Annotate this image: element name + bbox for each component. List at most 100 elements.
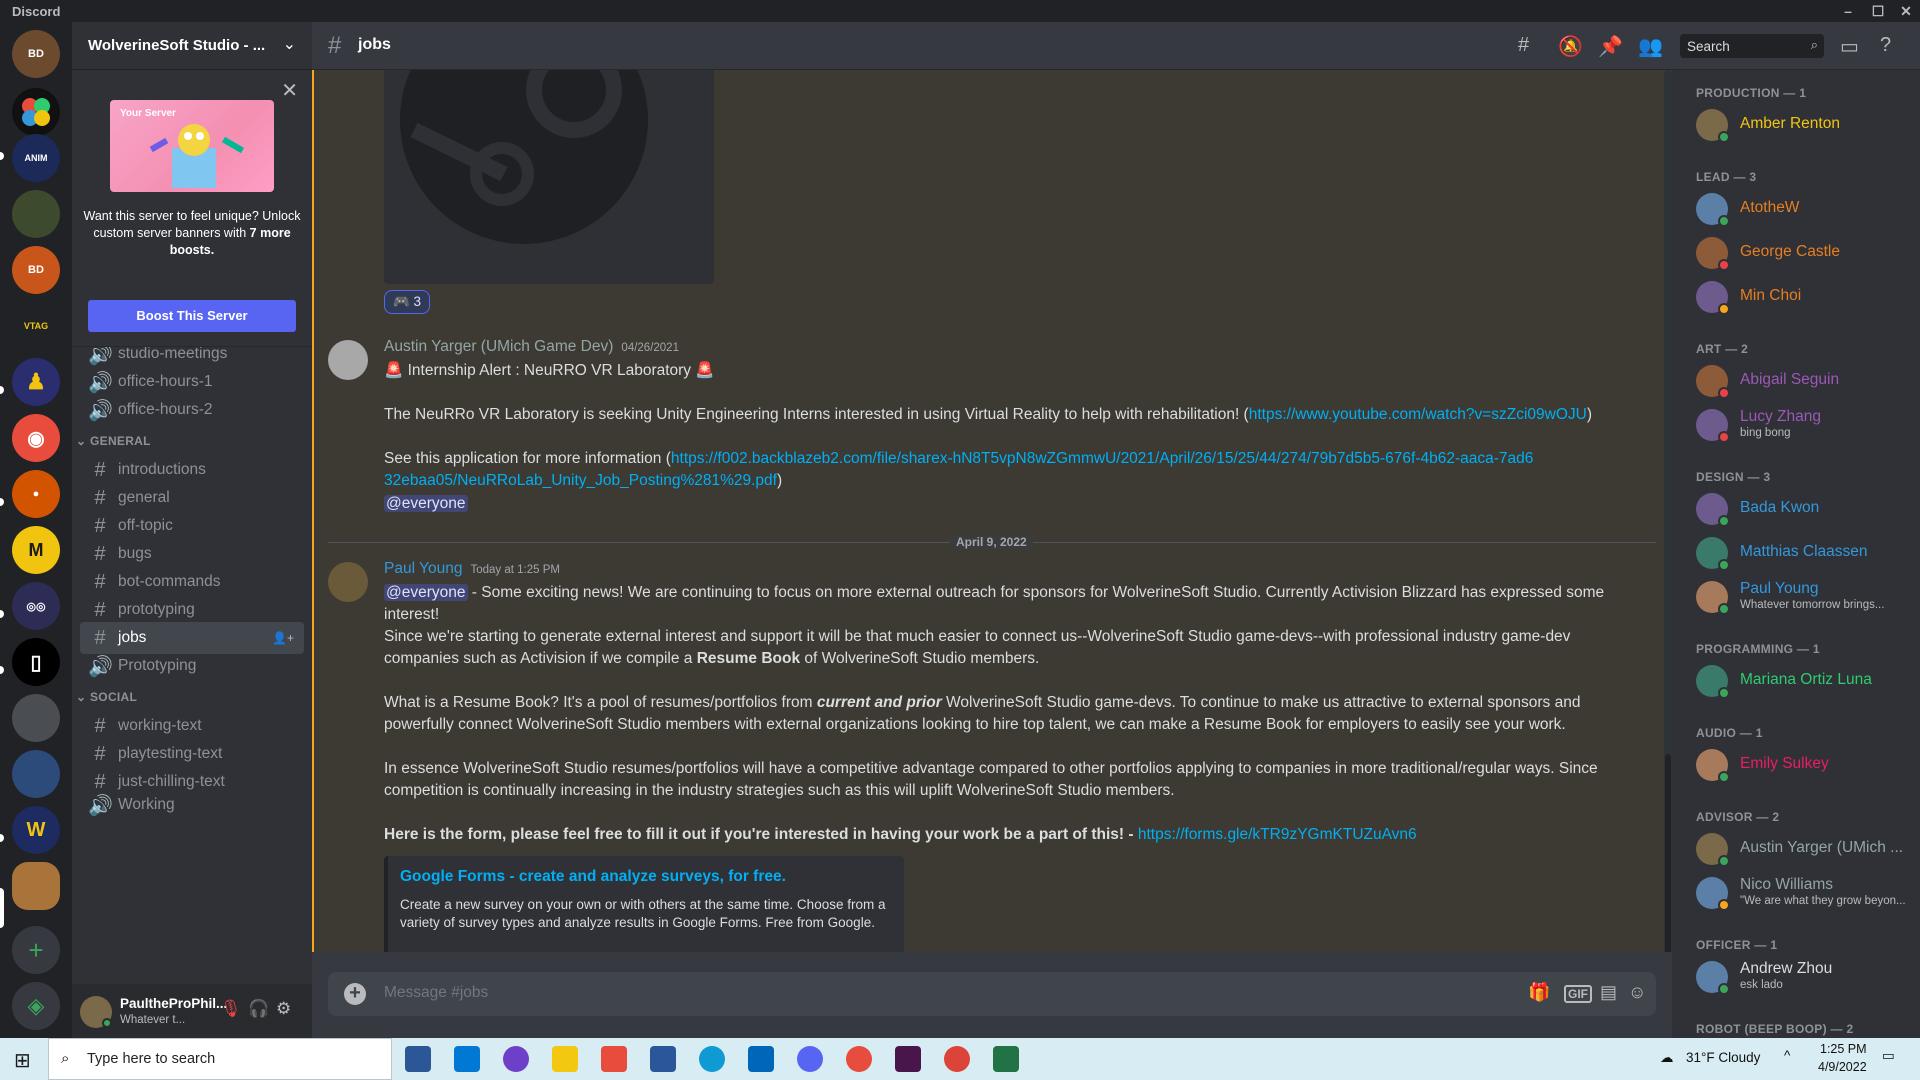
everyone-mention[interactable]: @everyone [384, 584, 468, 601]
server-icon[interactable]: ANIM [12, 134, 60, 182]
steam-image-embed[interactable] [384, 70, 714, 284]
headphones-icon[interactable]: 🎧 [248, 999, 269, 1019]
close-window-icon[interactable]: ✕ [1888, 0, 1920, 22]
store-app-icon[interactable] [405, 1046, 431, 1072]
search-input[interactable]: Search ⌕ [1680, 34, 1824, 58]
member-item[interactable]: Austin Yarger (UMich ... [1696, 828, 1920, 870]
member-item[interactable]: Lucy Zhang bing bong [1696, 404, 1920, 446]
pinned-messages-icon[interactable]: 📌 [1598, 34, 1623, 59]
vscode-app-icon[interactable] [748, 1046, 774, 1072]
invite-member-icon[interactable]: 👤+ [272, 631, 294, 645]
message-author[interactable]: Paul Young Today at 1:25 PM [384, 560, 560, 578]
app-icon[interactable] [846, 1046, 872, 1072]
windows-start-icon[interactable]: ⊞ [14, 1048, 31, 1073]
server-icon[interactable]: ▯ [12, 638, 60, 686]
threads-icon[interactable]: # [1518, 34, 1529, 57]
channel-office-hours-2[interactable]: 🔊 office-hours-2 [80, 394, 304, 426]
boost-server-button[interactable]: Boost This Server [88, 300, 296, 332]
mute-microphone-icon[interactable]: 🎙 [220, 999, 242, 1019]
member-list-icon[interactable]: 👥 [1638, 34, 1663, 59]
weather-cloud-icon[interactable]: ☁ [1660, 1050, 1674, 1066]
member-item[interactable]: Bada Kwon [1696, 488, 1920, 530]
category-label: GENERAL [90, 434, 151, 448]
member-item[interactable]: Paul Young Whatever tomorrow brings... [1696, 576, 1920, 618]
message-input[interactable]: + Message #jobs 🎁 GIF ▤ ☺ [328, 972, 1656, 1016]
mail-app-icon[interactable] [454, 1046, 480, 1072]
slack-app-icon[interactable] [895, 1046, 921, 1072]
edge-browser-icon[interactable] [699, 1046, 725, 1072]
clock-date[interactable]: 4/9/2022 [1818, 1060, 1867, 1074]
notification-center-icon[interactable]: ▭ [1882, 1048, 1895, 1064]
server-icon[interactable]: ◉ [12, 414, 60, 462]
message-text: See this application for more informatio… [384, 450, 671, 467]
github-app-icon[interactable] [503, 1046, 529, 1072]
member-item[interactable]: Mariana Ortiz Luna [1696, 660, 1920, 702]
avatar[interactable] [328, 562, 368, 602]
inbox-icon[interactable]: ▭ [1840, 34, 1859, 59]
gif-icon[interactable]: GIF [1564, 985, 1592, 1003]
chat-scroll-thumb[interactable] [1665, 754, 1671, 964]
server-icon[interactable] [12, 190, 60, 238]
category-social[interactable]: ⌄ SOCIAL [76, 690, 137, 704]
discord-app-icon[interactable] [797, 1046, 823, 1072]
message-composer: + Message #jobs 🎁 GIF ▤ ☺ [312, 952, 1672, 1038]
chrome-browser-icon[interactable] [944, 1046, 970, 1072]
message-author[interactable]: Austin Yarger (UMich Game Dev) 04/26/2021 [384, 338, 679, 356]
sticker-icon[interactable]: ▤ [1600, 982, 1617, 1003]
add-server-icon[interactable]: + [12, 926, 60, 974]
member-item[interactable]: AtotheW [1696, 188, 1920, 230]
server-icon[interactable]: BD [12, 246, 60, 294]
upload-plus-icon[interactable]: + [344, 983, 366, 1005]
google-forms-link[interactable]: https://forms.gle/kTR9zYGmKTUZuAvn6 [1138, 826, 1417, 843]
voice-channel-icon: 🔊 [88, 371, 113, 394]
message-text: In essence WolverineSoft Studio resumes/… [384, 760, 1598, 799]
taskbar-search-input[interactable]: ⌕ Type here to search [48, 1038, 392, 1080]
server-icon[interactable]: M [12, 526, 60, 574]
server-icon[interactable]: ♟ [12, 358, 60, 406]
settings-gear-icon[interactable]: ⚙ [276, 999, 291, 1019]
office-app-icon[interactable] [601, 1046, 627, 1072]
server-icon[interactable]: ◎◎ [12, 582, 60, 630]
youtube-link[interactable]: https://www.youtube.com/watch?v=szZci09w… [1249, 406, 1587, 423]
server-icon[interactable]: VTAG [12, 302, 60, 350]
taskbar-search-placeholder: Type here to search [87, 1051, 216, 1067]
close-icon[interactable]: ✕ [281, 78, 298, 103]
member-item[interactable]: Emily Sulkey [1696, 744, 1920, 786]
member-item[interactable]: Nico Williams "We are what they grow beyo… [1696, 872, 1920, 914]
status-indicator-icon [1718, 855, 1730, 867]
word-app-icon[interactable] [650, 1046, 676, 1072]
channel-working[interactable]: 🔊 Working [80, 794, 304, 817]
embed-title[interactable]: Google Forms - create and analyze survey… [400, 868, 786, 886]
server-icon[interactable]: W [12, 806, 60, 854]
server-icon[interactable] [12, 694, 60, 742]
explore-servers-icon[interactable]: ◈ [12, 982, 60, 1030]
member-item[interactable]: Matthias Claassen [1696, 532, 1920, 574]
server-icon[interactable]: BD [12, 30, 60, 78]
message-content: Here is the form, please feel free to fi… [384, 824, 1644, 846]
server-header[interactable]: WolverineSoft Studio - ... ⌄ [72, 22, 312, 70]
clock-time[interactable]: 1:25 PM [1820, 1042, 1867, 1056]
server-icon[interactable] [12, 750, 60, 798]
channel-prototyping-voice[interactable]: 🔊 Prototyping [80, 650, 304, 682]
emoji-icon[interactable]: ☺ [1628, 982, 1646, 1003]
everyone-mention[interactable]: @everyone [384, 495, 468, 512]
category-general[interactable]: ⌄ GENERAL [76, 434, 151, 448]
member-item[interactable]: Abigail Seguin [1696, 360, 1920, 402]
member-item[interactable]: Andrew Zhou esk lado [1696, 956, 1920, 998]
server-icon[interactable] [12, 88, 60, 136]
member-item[interactable]: Min Choi [1696, 276, 1920, 318]
notification-bell-muted-icon[interactable]: 🔕 [1558, 34, 1583, 59]
member-item[interactable]: Amber Renton [1696, 104, 1920, 146]
help-icon[interactable]: ? [1880, 34, 1891, 57]
excel-app-icon[interactable] [993, 1046, 1019, 1072]
reaction-button[interactable]: 🎮 3 [384, 290, 430, 314]
member-item[interactable]: George Castle [1696, 232, 1920, 274]
server-icon-active[interactable] [12, 862, 60, 910]
file-explorer-icon[interactable] [552, 1046, 578, 1072]
gift-icon[interactable]: 🎁 [1528, 982, 1550, 1003]
server-icon[interactable]: ● [12, 470, 60, 518]
chevron-up-icon[interactable]: ^ [1784, 1048, 1790, 1063]
avatar[interactable] [328, 340, 368, 380]
search-icon: ⌕ [1810, 37, 1818, 52]
weather-text[interactable]: 31°F Cloudy [1686, 1050, 1760, 1065]
